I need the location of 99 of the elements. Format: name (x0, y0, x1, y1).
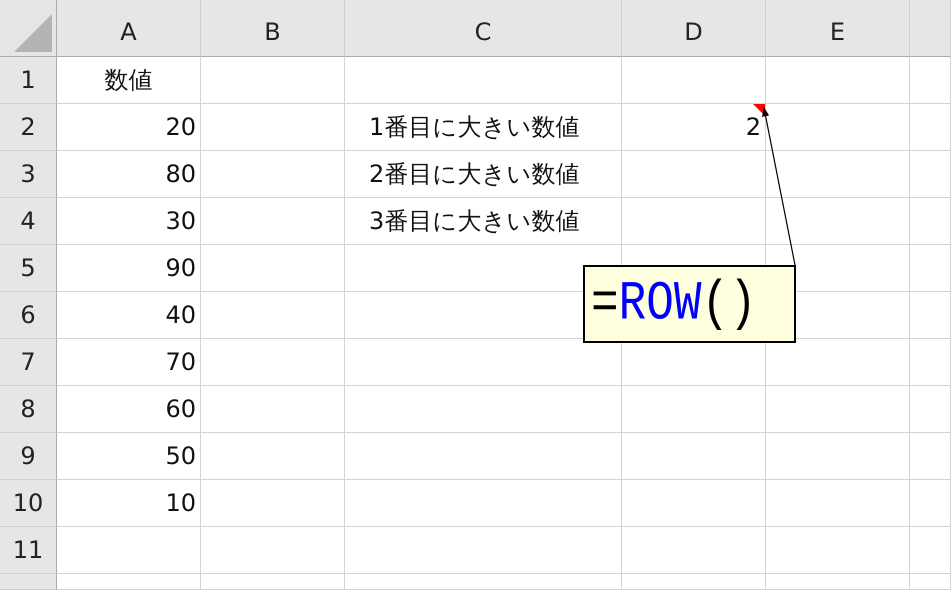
grid-cell[interactable] (910, 433, 951, 480)
grid-cell[interactable] (57, 574, 201, 590)
grid-cell[interactable] (201, 339, 345, 386)
grid-cell[interactable] (766, 57, 910, 104)
grid-cell[interactable] (910, 574, 951, 590)
grid-cell[interactable] (910, 104, 951, 151)
grid-cell[interactable] (766, 151, 910, 198)
grid-cell[interactable]: 90 (57, 245, 201, 292)
cell-text: 1番目に大きい数値 (369, 112, 580, 143)
grid-cell[interactable] (766, 574, 910, 590)
grid-cell[interactable]: 20 (57, 104, 201, 151)
grid-cell[interactable] (622, 480, 766, 527)
grid-cell[interactable] (910, 292, 951, 339)
grid-cell[interactable]: 30 (57, 198, 201, 245)
grid-cell[interactable] (201, 57, 345, 104)
grid-cell[interactable] (345, 574, 622, 590)
grid-cell[interactable] (201, 245, 345, 292)
grid-cell[interactable] (910, 57, 951, 104)
column-header[interactable]: A (57, 0, 201, 57)
grid-cell[interactable] (201, 386, 345, 433)
cell-text: 10 (165, 489, 196, 517)
column-header[interactable]: E (766, 0, 910, 57)
grid-cell[interactable] (766, 480, 910, 527)
cell-text: 3番目に大きい数値 (369, 206, 580, 237)
row-header[interactable]: 4 (0, 198, 57, 245)
grid-cell[interactable] (201, 104, 345, 151)
formula-text: ROW (618, 276, 702, 332)
grid-cell[interactable] (766, 386, 910, 433)
row-header[interactable] (0, 574, 57, 590)
row-header[interactable]: 9 (0, 433, 57, 480)
formula-text: = (591, 276, 619, 332)
grid-cell[interactable] (766, 433, 910, 480)
row-header[interactable]: 8 (0, 386, 57, 433)
grid-cell[interactable]: 2 (622, 104, 766, 151)
select-all-icon[interactable] (14, 14, 52, 52)
row-header[interactable]: 2 (0, 104, 57, 151)
row-header[interactable]: 10 (0, 480, 57, 527)
grid-cell[interactable] (345, 480, 622, 527)
grid-cell[interactable] (766, 527, 910, 574)
grid-cell[interactable] (201, 198, 345, 245)
grid-cell[interactable] (622, 151, 766, 198)
grid-cell[interactable] (345, 433, 622, 480)
grid-cell[interactable] (910, 198, 951, 245)
cell-text: 40 (165, 301, 196, 329)
grid-cell[interactable] (201, 433, 345, 480)
formula-text: () (701, 276, 757, 332)
grid-cell[interactable] (910, 151, 951, 198)
column-header[interactable] (910, 0, 951, 57)
column-header[interactable]: C (345, 0, 622, 57)
grid-cell[interactable] (910, 339, 951, 386)
cell-text: 60 (165, 395, 196, 423)
grid-cell[interactable]: 1番目に大きい数値 (345, 104, 622, 151)
grid-cell[interactable] (622, 386, 766, 433)
grid-cell[interactable]: 80 (57, 151, 201, 198)
grid-cell[interactable]: 70 (57, 339, 201, 386)
grid-cell[interactable]: 60 (57, 386, 201, 433)
row-header[interactable]: 11 (0, 527, 57, 574)
grid-cell[interactable] (201, 527, 345, 574)
cell-text: 90 (165, 254, 196, 282)
grid-cell[interactable] (345, 527, 622, 574)
grid-cell[interactable] (622, 574, 766, 590)
row-header[interactable]: 6 (0, 292, 57, 339)
column-header[interactable]: B (201, 0, 345, 57)
grid-cell[interactable] (766, 104, 910, 151)
grid-cell[interactable] (622, 198, 766, 245)
column-header[interactable]: D (622, 0, 766, 57)
grid-cell[interactable] (622, 527, 766, 574)
grid-cell[interactable] (910, 245, 951, 292)
grid-cell[interactable] (201, 480, 345, 527)
grid-cell[interactable]: 数値 (57, 57, 201, 104)
grid-cell[interactable] (345, 57, 622, 104)
grid-cell[interactable] (201, 574, 345, 590)
cell-text: 80 (165, 160, 196, 188)
grid-cell[interactable]: 3番目に大きい数値 (345, 198, 622, 245)
row-header[interactable]: 7 (0, 339, 57, 386)
cell-text: 50 (165, 442, 196, 470)
grid-cell[interactable] (201, 151, 345, 198)
grid-cell[interactable]: 2番目に大きい数値 (345, 151, 622, 198)
cell-text: 数値 (104, 65, 152, 96)
grid-cell[interactable] (910, 386, 951, 433)
grid-cell[interactable]: 10 (57, 480, 201, 527)
grid-cell[interactable] (910, 480, 951, 527)
grid-cell[interactable]: 40 (57, 292, 201, 339)
row-header[interactable]: 3 (0, 151, 57, 198)
cell-text: 2 (746, 113, 761, 141)
cell-text: 2番目に大きい数値 (369, 159, 580, 190)
grid-cell[interactable] (57, 527, 201, 574)
grid-cell[interactable]: 50 (57, 433, 201, 480)
grid-cell[interactable] (201, 292, 345, 339)
cell-text: 30 (165, 207, 196, 235)
cell-text: 20 (165, 113, 196, 141)
grid-cell[interactable] (622, 433, 766, 480)
cell-text: 70 (165, 348, 196, 376)
grid-cell[interactable] (345, 386, 622, 433)
row-header[interactable]: 1 (0, 57, 57, 104)
grid-cell[interactable] (910, 527, 951, 574)
row-header[interactable]: 5 (0, 245, 57, 292)
grid-cell[interactable] (766, 198, 910, 245)
grid-cell[interactable] (622, 57, 766, 104)
